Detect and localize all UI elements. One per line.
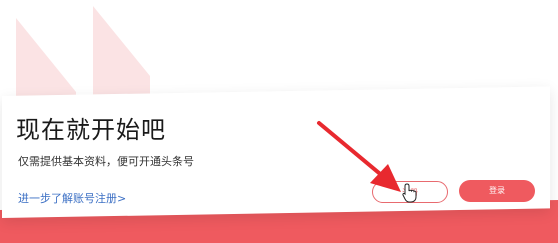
register-button[interactable]: 注册 [372, 181, 448, 203]
learn-more-link[interactable]: 进一步了解账号注册> [18, 190, 126, 206]
card-subtitle: 仅需提供基本资料，便可开通头条号 [18, 155, 194, 168]
card-title: 现在就开始吧 [16, 116, 166, 144]
login-button[interactable]: 登录 [459, 180, 535, 202]
signup-card-content: 现在就开始吧 仅需提供基本资料，便可开通头条号 进一步了解账号注册> 注册 登录 [0, 0, 558, 243]
